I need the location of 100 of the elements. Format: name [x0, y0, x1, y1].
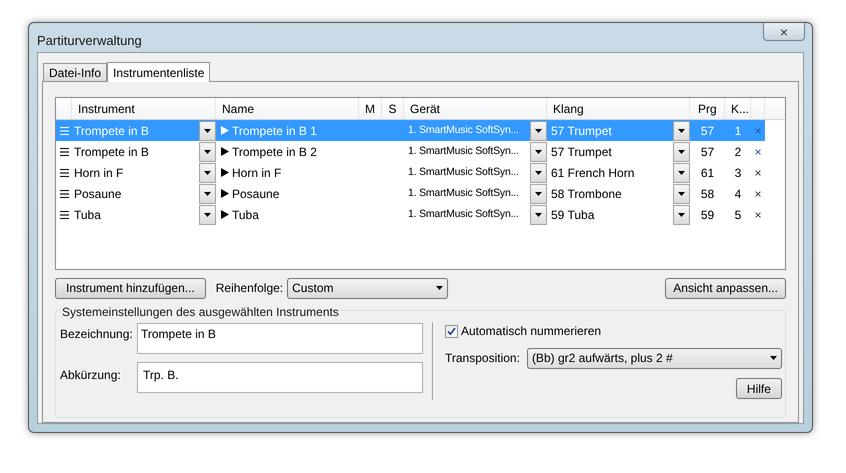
table-row[interactable]: Posaune Posaune 1. SmartMusic SoftSyn... 58 Trombone 58 4 ×	[56, 183, 785, 204]
table-cell-text: Trompete in B 2	[232, 144, 317, 160]
dropdown-button[interactable]	[530, 184, 547, 204]
table-cell-text: 61	[700, 164, 714, 182]
dropdown-button[interactable]	[673, 184, 690, 204]
table-cell-text: Trompete in B	[73, 122, 149, 140]
table-cell-text: 3	[734, 164, 742, 182]
remove-button[interactable]: ×	[754, 188, 762, 200]
column-header[interactable]: Instrument	[72, 98, 216, 119]
tab[interactable]: Datei-Info	[43, 63, 108, 81]
table-cell-text: Posaune	[73, 186, 122, 202]
dropdown-button[interactable]	[530, 142, 547, 162]
table-row[interactable]: Horn in F Horn in F 1. SmartMusic SoftSyn... 61 French Horn 61 3 ×	[56, 162, 785, 183]
abbreviation-field[interactable]: Trp. B.	[137, 362, 423, 393]
caret-icon	[678, 170, 685, 174]
tab[interactable]: Instrumentenliste	[107, 62, 210, 82]
caret-icon	[204, 150, 211, 154]
drag-handle-icon[interactable]	[56, 120, 72, 141]
caret-icon	[204, 128, 211, 132]
transposition-dropdown[interactable]: (Bb) gr2 aufwärts, plus 2 #	[526, 348, 782, 368]
table-cell-text: Horn in F	[232, 164, 282, 182]
table-cell-text: Trompete in B 1	[232, 122, 317, 140]
table-row[interactable]: Tuba Tuba 1. SmartMusic SoftSyn... 59 Tuba 59 5 ×	[56, 204, 785, 225]
table-cell-text: 58	[700, 186, 714, 202]
caret-icon	[678, 212, 685, 216]
help-button[interactable]: Hilfe	[736, 378, 782, 399]
table-cell-text: 58 Trombone	[550, 186, 622, 202]
close-button[interactable]: ×	[763, 23, 805, 41]
customize-view-button[interactable]: Ansicht anpassen...	[665, 278, 786, 298]
auto-number-label: Automatisch nummerieren	[461, 323, 602, 340]
table-cell-text: 5	[734, 206, 742, 224]
caret-icon	[678, 150, 685, 154]
abbreviation-label: Abkürzung:	[60, 367, 122, 384]
designation-label: Bezeichnung:	[60, 326, 134, 343]
remove-button[interactable]: ×	[754, 146, 762, 158]
order-label: Reihenfolge:	[216, 280, 284, 297]
dropdown-button[interactable]	[673, 162, 690, 182]
table-cell-text: Tuba	[232, 206, 259, 224]
table-cell-text: 1. SmartMusic SoftSyn...	[407, 186, 519, 201]
dropdown-button[interactable]	[199, 120, 216, 140]
table-row[interactable]: Trompete in B Trompete in B 2 1. SmartMusic SoftSyn... 57 Trumpet 57 2 ×	[56, 141, 785, 162]
column-header[interactable]: Name	[216, 98, 359, 119]
column-header[interactable]: Prg	[690, 98, 725, 119]
order-dropdown[interactable]: Custom	[287, 278, 448, 298]
table-cell-text: Horn in F	[73, 164, 124, 182]
table-cell-text: 1. SmartMusic SoftSyn...	[407, 164, 519, 180]
dropdown-button[interactable]	[673, 142, 690, 162]
dropdown-button[interactable]	[530, 162, 547, 182]
auto-number-checkbox[interactable]	[445, 324, 458, 338]
table-cell-text: 61 French Horn	[550, 164, 634, 182]
table-cell-text: 1	[734, 122, 742, 140]
caret-icon	[436, 286, 444, 290]
column-header[interactable]: M	[359, 98, 382, 119]
window-title: Partiturverwaltung	[37, 32, 142, 50]
caret-icon	[678, 128, 685, 132]
table-cell-text: 57 Trumpet	[550, 144, 612, 160]
dropdown-button[interactable]	[530, 120, 547, 140]
column-header[interactable]: Gerät	[404, 98, 547, 119]
remove-button[interactable]: ×	[754, 208, 762, 220]
caret-icon	[535, 192, 542, 196]
caret-icon	[770, 356, 777, 360]
table-cell-text: 59 Tuba	[550, 206, 594, 224]
dropdown-button[interactable]	[199, 142, 216, 162]
table-cell-text: Tuba	[73, 206, 101, 224]
dropdown-button[interactable]	[673, 120, 690, 140]
table-cell-text: 2	[734, 144, 742, 160]
column-header[interactable]: S	[382, 98, 404, 119]
table-cell-text: 57	[700, 144, 714, 160]
play-icon[interactable]	[221, 210, 229, 219]
table-cell-text: Posaune	[232, 186, 280, 202]
column-header[interactable]: K...	[725, 98, 751, 119]
dropdown-button[interactable]	[530, 204, 547, 224]
table-cell-text: 1. SmartMusic SoftSyn...	[407, 122, 519, 138]
caret-icon	[535, 212, 542, 216]
designation-field[interactable]: Trompete in B	[137, 323, 423, 354]
play-icon[interactable]	[221, 147, 229, 156]
caret-icon	[204, 212, 211, 216]
caret-icon	[535, 170, 542, 174]
add-instrument-button[interactable]: Instrument hinzufügen...	[55, 278, 206, 298]
caret-icon	[535, 128, 542, 132]
table-cell-text: 57 Trumpet	[550, 122, 612, 140]
dropdown-button[interactable]	[673, 204, 690, 224]
table-cell-text: 1. SmartMusic SoftSyn...	[407, 144, 519, 159]
caret-icon	[678, 192, 685, 196]
caret-icon	[535, 150, 542, 154]
table-cell-text: 4	[734, 186, 742, 202]
table-cell-text: Trompete in B	[73, 144, 149, 160]
caret-icon	[204, 192, 211, 196]
caret-icon	[204, 170, 211, 174]
transposition-label: Transposition:	[445, 350, 520, 367]
dropdown-button[interactable]	[199, 162, 216, 182]
dropdown-button[interactable]	[199, 204, 216, 224]
column-header[interactable]: Klang	[547, 98, 690, 119]
table-cell-text: 59	[700, 206, 714, 224]
table-cell-text: 57	[700, 122, 714, 140]
table-cell-text: 1. SmartMusic SoftSyn...	[407, 206, 519, 222]
play-icon[interactable]	[221, 168, 229, 177]
dropdown-button[interactable]	[199, 184, 216, 204]
play-icon[interactable]	[221, 189, 229, 198]
remove-button[interactable]: ×	[754, 166, 762, 178]
